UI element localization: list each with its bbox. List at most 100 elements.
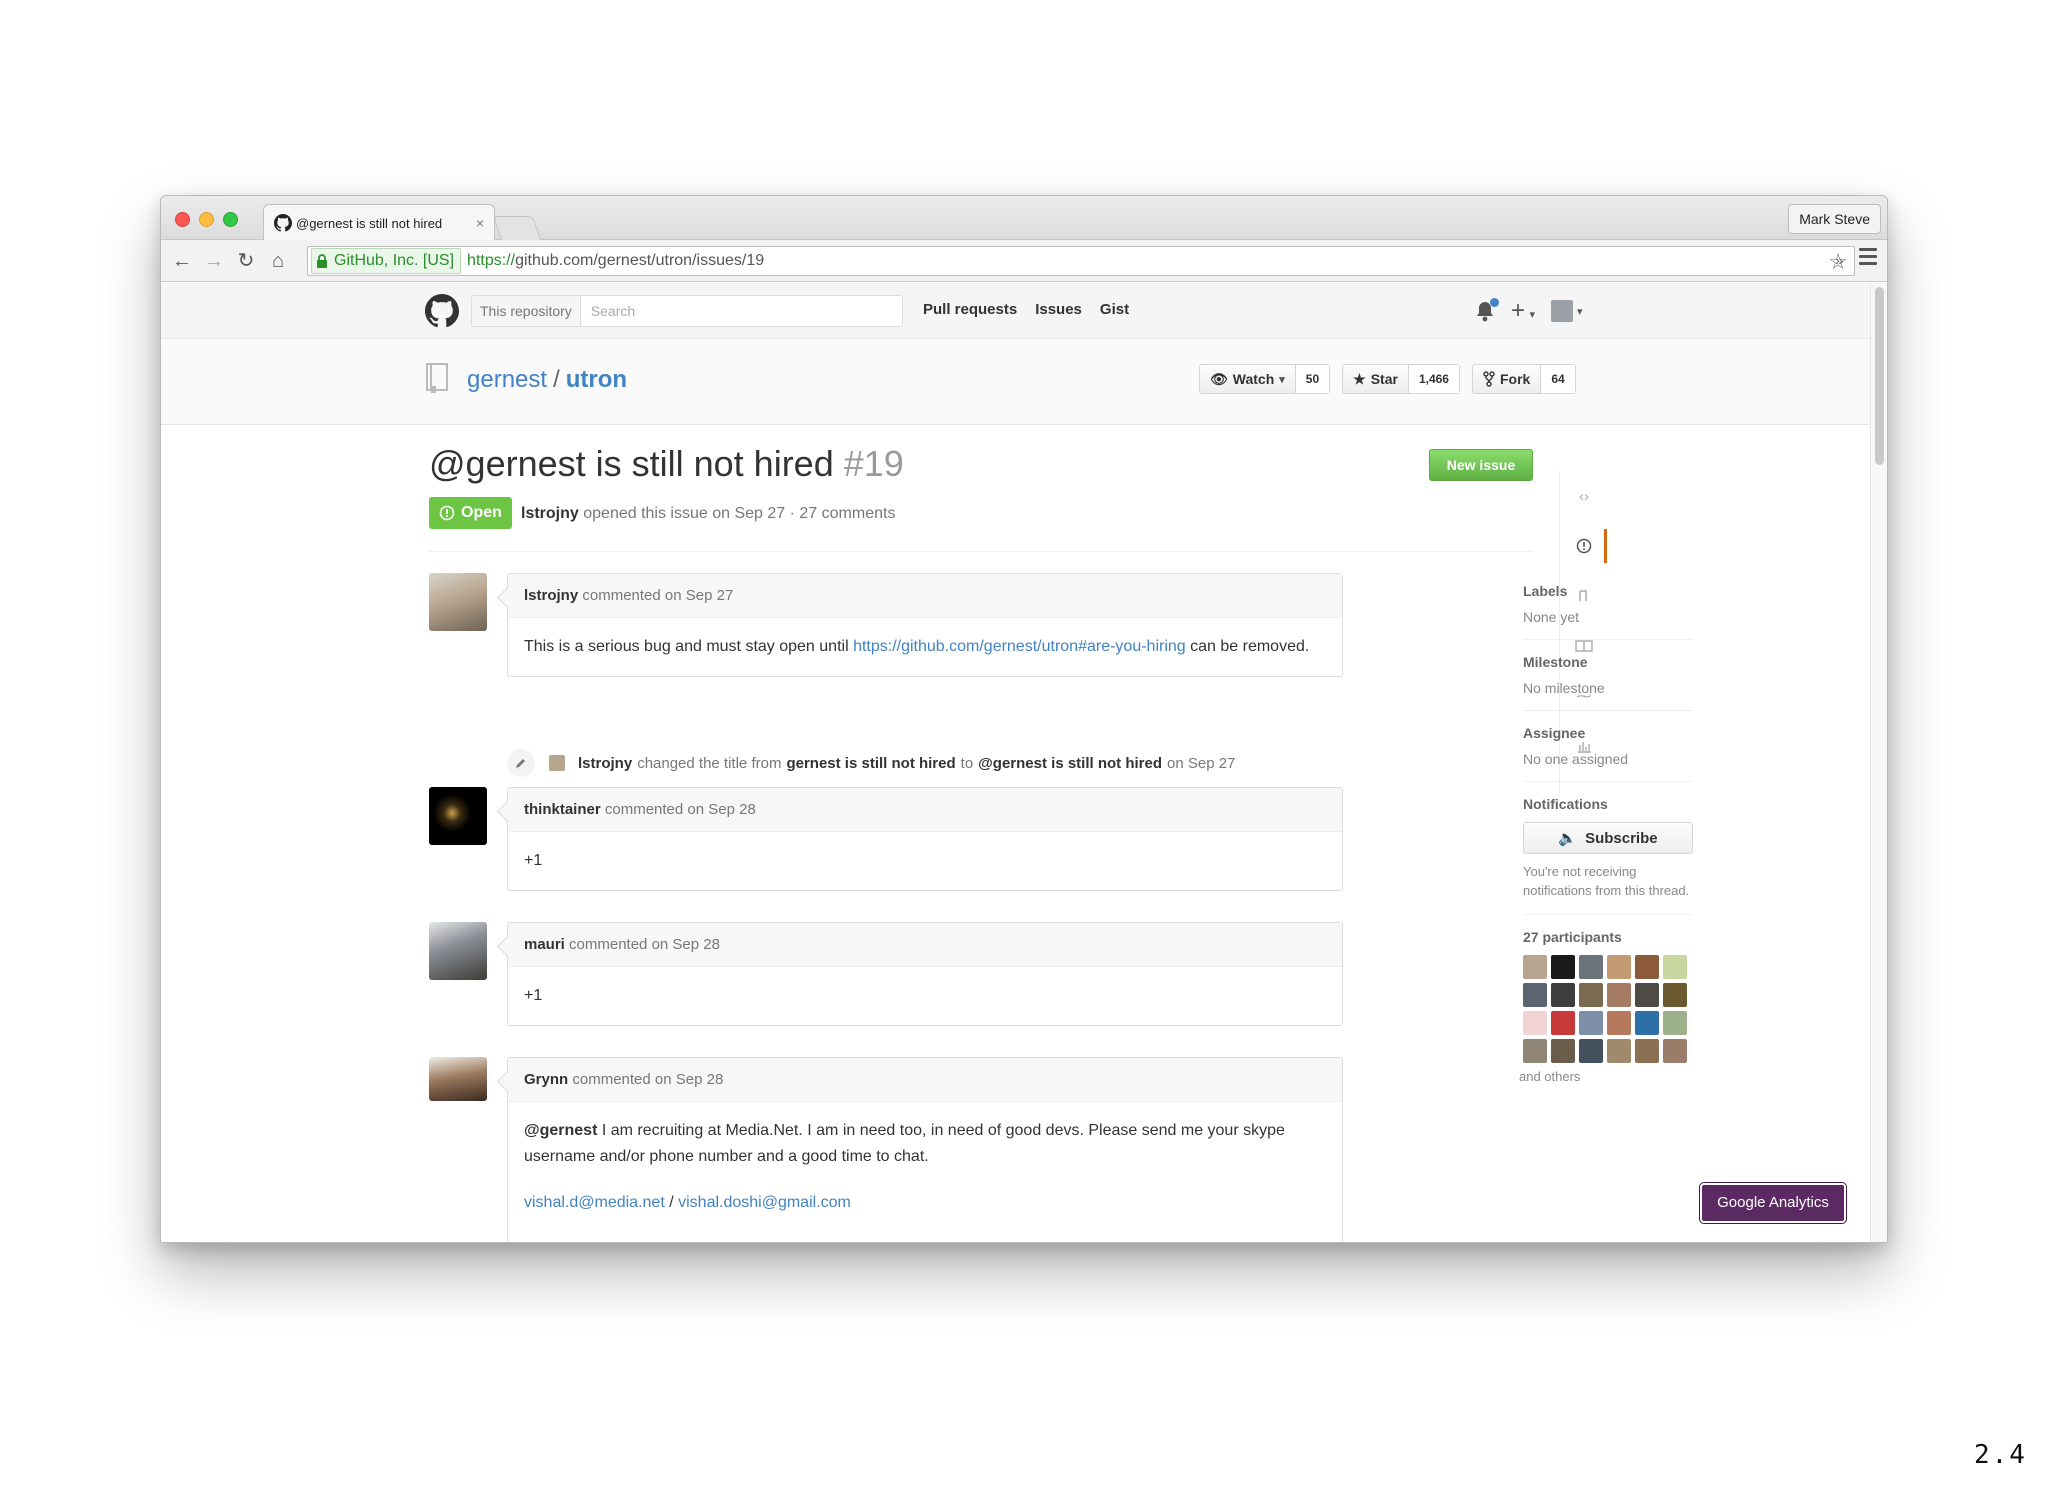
avatar[interactable] bbox=[1663, 955, 1687, 979]
browser-tab[interactable]: @gernest is still not hired × bbox=[263, 204, 495, 241]
close-window-button[interactable] bbox=[175, 212, 190, 227]
comment-header: thinktainer commented on Sep 28 bbox=[508, 788, 1342, 832]
home-icon[interactable]: ⌂ bbox=[265, 248, 291, 274]
extensions-more-icon[interactable]: » bbox=[1835, 252, 1843, 268]
repo-name-link[interactable]: utron bbox=[566, 366, 627, 393]
code-icon[interactable]: ‹› bbox=[1561, 471, 1607, 521]
comment-author[interactable]: thinktainer bbox=[524, 801, 601, 818]
comment-author[interactable]: mauri bbox=[524, 936, 565, 953]
tab-close-icon[interactable]: × bbox=[476, 215, 484, 231]
avatar[interactable] bbox=[1607, 983, 1631, 1007]
issues-icon[interactable] bbox=[1561, 521, 1607, 571]
fork-button[interactable]: Fork bbox=[1473, 365, 1542, 393]
issue-author-link[interactable]: lstrojny bbox=[521, 505, 579, 522]
avatar[interactable] bbox=[1551, 983, 1575, 1007]
nav-issues[interactable]: Issues bbox=[1035, 301, 1082, 318]
google-analytics-button[interactable]: Google Analytics bbox=[1699, 1182, 1847, 1224]
nav-pull-requests[interactable]: Pull requests bbox=[923, 301, 1017, 318]
assignee-section: Assignee No one assigned bbox=[1523, 725, 1693, 782]
avatar[interactable] bbox=[1579, 983, 1603, 1007]
profile-button[interactable]: Mark Steve bbox=[1788, 204, 1881, 234]
avatar[interactable] bbox=[1523, 955, 1547, 979]
avatar[interactable] bbox=[1663, 1011, 1687, 1035]
event-actor[interactable]: lstrojny bbox=[578, 755, 632, 772]
hamburger-menu-icon[interactable] bbox=[1859, 248, 1877, 269]
scrollbar-thumb[interactable] bbox=[1875, 287, 1884, 465]
assignee-heading[interactable]: Assignee bbox=[1523, 725, 1693, 741]
avatar[interactable] bbox=[1551, 955, 1575, 979]
issue-meta-text: opened this issue on Sep 27 · 27 comment… bbox=[583, 505, 896, 522]
avatar[interactable] bbox=[429, 1057, 487, 1101]
comment-author[interactable]: Grynn bbox=[524, 1071, 568, 1088]
github-page: This repository Search Pull requests Iss… bbox=[161, 283, 1872, 1242]
avatar[interactable] bbox=[429, 787, 487, 845]
avatar[interactable] bbox=[1635, 983, 1659, 1007]
comment-author[interactable]: lstrojny bbox=[524, 587, 578, 604]
avatar[interactable] bbox=[1579, 1039, 1603, 1063]
new-issue-button[interactable]: New issue bbox=[1429, 449, 1533, 481]
avatar[interactable] bbox=[1635, 955, 1659, 979]
avatar[interactable] bbox=[1635, 1011, 1659, 1035]
avatar[interactable] bbox=[1607, 1039, 1631, 1063]
avatar[interactable] bbox=[1523, 1011, 1547, 1035]
zoom-window-button[interactable] bbox=[223, 212, 238, 227]
avatar[interactable] bbox=[1551, 1039, 1575, 1063]
avatar[interactable] bbox=[549, 755, 565, 771]
back-arrow-icon[interactable]: ← bbox=[169, 248, 195, 274]
new-tab-button[interactable] bbox=[492, 216, 542, 240]
notifications-heading: Notifications bbox=[1523, 796, 1608, 812]
ev-certificate-badge[interactable]: GitHub, Inc. [US] bbox=[311, 248, 462, 274]
search-input[interactable]: This repository Search bbox=[471, 295, 903, 327]
avatar[interactable] bbox=[1579, 1011, 1603, 1035]
nav-gist[interactable]: Gist bbox=[1100, 301, 1129, 318]
event-old-title: gernest is still not hired bbox=[786, 754, 956, 772]
labels-heading[interactable]: Labels bbox=[1523, 583, 1693, 599]
subscribe-button[interactable]: 🔈 Subscribe bbox=[1523, 822, 1693, 854]
watch-count[interactable]: 50 bbox=[1295, 365, 1330, 393]
star-group: ★ Star 1,466 bbox=[1342, 364, 1460, 394]
address-bar[interactable]: GitHub, Inc. [US] https://github.com/ger… bbox=[307, 246, 1855, 276]
page-scrollbar[interactable] bbox=[1870, 283, 1887, 1242]
watch-button[interactable]: 👁 Watch ▾ bbox=[1200, 365, 1296, 393]
url-path: github.com/gernest/utron/issues/19 bbox=[515, 252, 765, 269]
bell-icon[interactable] bbox=[1475, 298, 1499, 322]
chevron-down-icon: ▾ bbox=[1279, 373, 1285, 386]
avatar[interactable] bbox=[1663, 1039, 1687, 1063]
avatar[interactable] bbox=[1663, 983, 1687, 1007]
star-count[interactable]: 1,466 bbox=[1408, 365, 1459, 393]
comment-link[interactable]: https://github.com/gernest/utron#are-you… bbox=[853, 638, 1186, 655]
avatar[interactable] bbox=[429, 922, 487, 980]
avatar[interactable] bbox=[429, 573, 487, 631]
reload-icon[interactable]: ↻ bbox=[233, 248, 259, 274]
avatar[interactable] bbox=[1579, 955, 1603, 979]
participant-avatars bbox=[1523, 955, 1693, 1063]
search-scope-label: This repository bbox=[472, 296, 581, 326]
avatar[interactable] bbox=[1607, 1011, 1631, 1035]
fork-count[interactable]: 64 bbox=[1541, 365, 1575, 393]
email-link[interactable]: vishal.doshi@gmail.com bbox=[678, 1194, 851, 1211]
github-logo-icon[interactable] bbox=[425, 294, 459, 328]
minimize-window-button[interactable] bbox=[199, 212, 214, 227]
event-text: to bbox=[960, 754, 974, 772]
milestone-value: No milestone bbox=[1523, 680, 1605, 696]
pencil-icon bbox=[507, 749, 535, 777]
avatar[interactable] bbox=[1551, 1011, 1575, 1035]
speaker-icon: 🔈 bbox=[1558, 830, 1578, 847]
milestone-heading[interactable]: Milestone bbox=[1523, 654, 1693, 670]
avatar[interactable] bbox=[1607, 955, 1631, 979]
repo-separator: / bbox=[553, 366, 560, 393]
event-text: changed the title from bbox=[637, 754, 782, 772]
watch-group: 👁 Watch ▾ 50 bbox=[1199, 364, 1331, 394]
repo-owner-link[interactable]: gernest bbox=[467, 366, 547, 393]
star-button[interactable]: ★ Star bbox=[1343, 365, 1409, 393]
user-menu[interactable]: ▾ bbox=[1551, 300, 1583, 322]
repo-title: gernest / utron bbox=[467, 366, 627, 394]
avatar[interactable] bbox=[1635, 1039, 1659, 1063]
email-link[interactable]: vishal.d@media.net bbox=[524, 1194, 665, 1211]
forward-arrow-icon[interactable]: → bbox=[201, 248, 227, 274]
avatar[interactable] bbox=[1523, 1039, 1547, 1063]
create-new-menu[interactable]: + ▾ bbox=[1511, 299, 1535, 323]
avatar[interactable] bbox=[1523, 983, 1547, 1007]
mention-link[interactable]: @gernest bbox=[524, 1122, 597, 1139]
star-label: Star bbox=[1370, 371, 1398, 387]
